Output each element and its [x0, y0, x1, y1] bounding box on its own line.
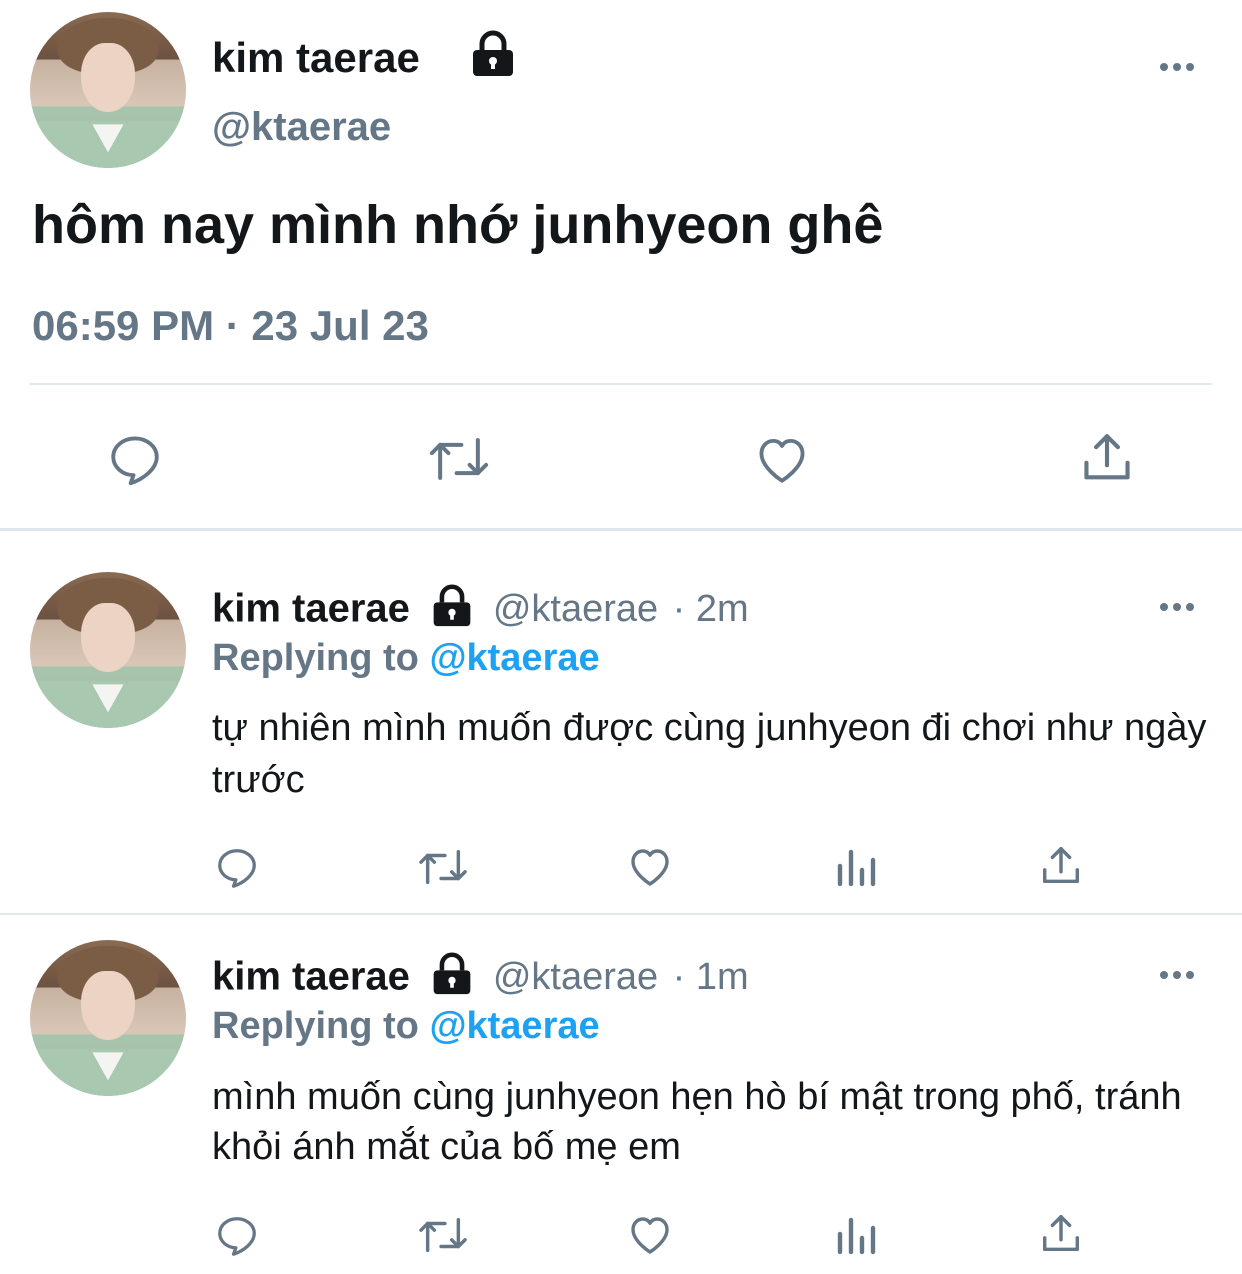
handle[interactable]: @ktaerae — [493, 588, 658, 630]
analytics-icon[interactable] — [834, 1214, 878, 1256]
avatar[interactable] — [30, 12, 186, 168]
reply-icon[interactable] — [106, 430, 164, 488]
divider — [30, 383, 1212, 385]
like-icon[interactable] — [626, 1210, 674, 1258]
timestamp[interactable]: 06:59 PM · 23 Jul 23 — [32, 302, 429, 350]
display-name[interactable]: kim taerae — [212, 955, 410, 999]
reply-icon[interactable] — [214, 1212, 260, 1258]
like-icon[interactable] — [626, 842, 674, 890]
time-ago[interactable]: · 1m — [673, 956, 749, 998]
retweet-icon[interactable] — [426, 430, 492, 488]
mention-link[interactable]: @ktaerae — [429, 637, 599, 679]
handle[interactable]: @ktaerae — [493, 956, 658, 998]
display-name[interactable]: kim taerae — [212, 34, 420, 82]
mention-link[interactable]: @ktaerae — [429, 1005, 599, 1047]
share-icon[interactable] — [1038, 1210, 1084, 1258]
more-icon[interactable] — [1160, 58, 1199, 76]
divider — [0, 913, 1242, 915]
like-icon[interactable] — [752, 430, 812, 488]
reply-icon[interactable] — [214, 844, 260, 890]
share-icon[interactable] — [1038, 842, 1084, 890]
replying-label: Replying to — [212, 1005, 419, 1047]
time-ago[interactable]: · 2m — [673, 588, 749, 630]
replying-to: Replying to @ktaerae — [212, 636, 600, 680]
lock-icon — [470, 30, 516, 83]
tweet-text: mình muốn cùng junhyeon hẹn hò bí mật tr… — [212, 1076, 1182, 1168]
display-name[interactable]: kim taerae — [212, 587, 410, 631]
retweet-icon[interactable] — [416, 1212, 470, 1258]
lock-icon — [430, 952, 474, 1001]
tweet-text: tự nhiên mình muốn được cùng junhyeon đi… — [212, 707, 1207, 801]
replying-label: Replying to — [212, 637, 419, 679]
reply-header: kim taerae @ktaerae · 2m — [212, 584, 749, 633]
tweet-text: hôm nay mình nhớ junhyeon ghê — [32, 195, 884, 255]
avatar[interactable] — [30, 572, 186, 728]
divider — [0, 528, 1242, 531]
reply-header: kim taerae @ktaerae · 1m — [212, 952, 749, 1001]
more-icon[interactable] — [1160, 598, 1199, 616]
share-icon[interactable] — [1078, 428, 1136, 488]
replying-to: Replying to @ktaerae — [212, 1004, 600, 1048]
handle[interactable]: @ktaerae — [212, 104, 391, 150]
analytics-icon[interactable] — [834, 846, 878, 888]
lock-icon — [430, 584, 474, 633]
avatar[interactable] — [30, 940, 186, 1096]
more-icon[interactable] — [1160, 966, 1199, 984]
retweet-icon[interactable] — [416, 844, 470, 890]
